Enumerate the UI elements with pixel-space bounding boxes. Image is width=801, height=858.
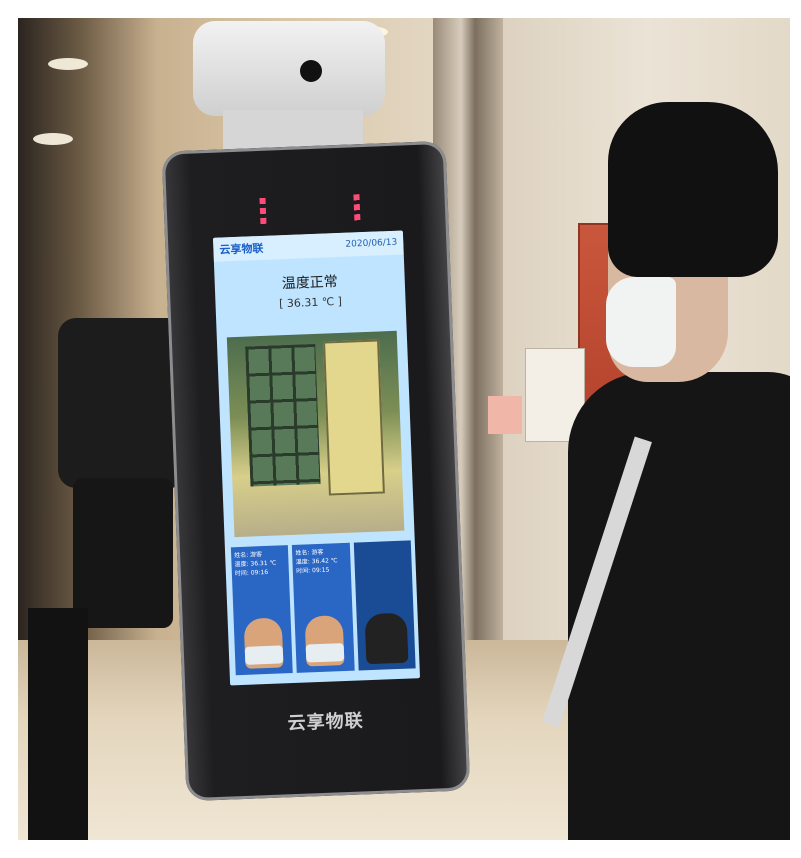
record-mask [244, 645, 284, 665]
masked-person [542, 102, 790, 840]
record-time: 时间: 09:15 [296, 566, 330, 575]
face-recognition-terminal: 云享物联 2020/06/13 温度正常 [ 36.31 ℃ ] 姓名: 游客 … [161, 140, 471, 802]
ir-led-left [259, 197, 267, 226]
record-mask [305, 643, 345, 663]
face-mask [606, 277, 676, 367]
thermal-image [364, 612, 409, 665]
record-time: 时间: 09:16 [234, 568, 269, 578]
feed-door [323, 339, 385, 496]
recent-records: 姓名: 游客 温度: 36.31 ℃ 时间: 09:16 姓名: 游客 温度: … [230, 540, 416, 676]
terminal-screen: 云享物联 2020/06/13 温度正常 [ 36.31 ℃ ] 姓名: 游客 … [212, 230, 421, 686]
person-hair [608, 102, 778, 277]
record-card: 姓名: 游客 温度: 36.42 ℃ 时间: 09:15 [292, 542, 355, 673]
record-card: 姓名: 游客 温度: 36.31 ℃ 时间: 09:16 [230, 545, 294, 676]
ir-led-right [353, 194, 361, 223]
screen-logo: 云享物联 [219, 241, 264, 257]
screen-time: 2020/06/13 [345, 237, 398, 250]
temperature-status: 温度正常 [281, 274, 339, 293]
record-card-thermal [353, 540, 416, 671]
tripod-mount [73, 478, 173, 628]
person-body [568, 372, 790, 840]
tripod-leg [28, 608, 88, 840]
ceiling-light [33, 133, 73, 145]
thermal-camera-housing [193, 21, 385, 116]
screen-header: 云享物联 2020/06/13 [212, 230, 404, 262]
camera-feed [226, 330, 405, 538]
device-brand: 云享物联 [287, 710, 365, 735]
thermal-camera-lens [300, 60, 322, 82]
photo-frame: 云享物联 2020/06/13 温度正常 [ 36.31 ℃ ] 姓名: 游客 … [18, 18, 790, 840]
feed-window-grid [245, 343, 321, 487]
ceiling-light [48, 58, 88, 70]
pink-note [488, 396, 522, 434]
temperature-reading: [ 36.31 ℃ ] [278, 294, 343, 311]
